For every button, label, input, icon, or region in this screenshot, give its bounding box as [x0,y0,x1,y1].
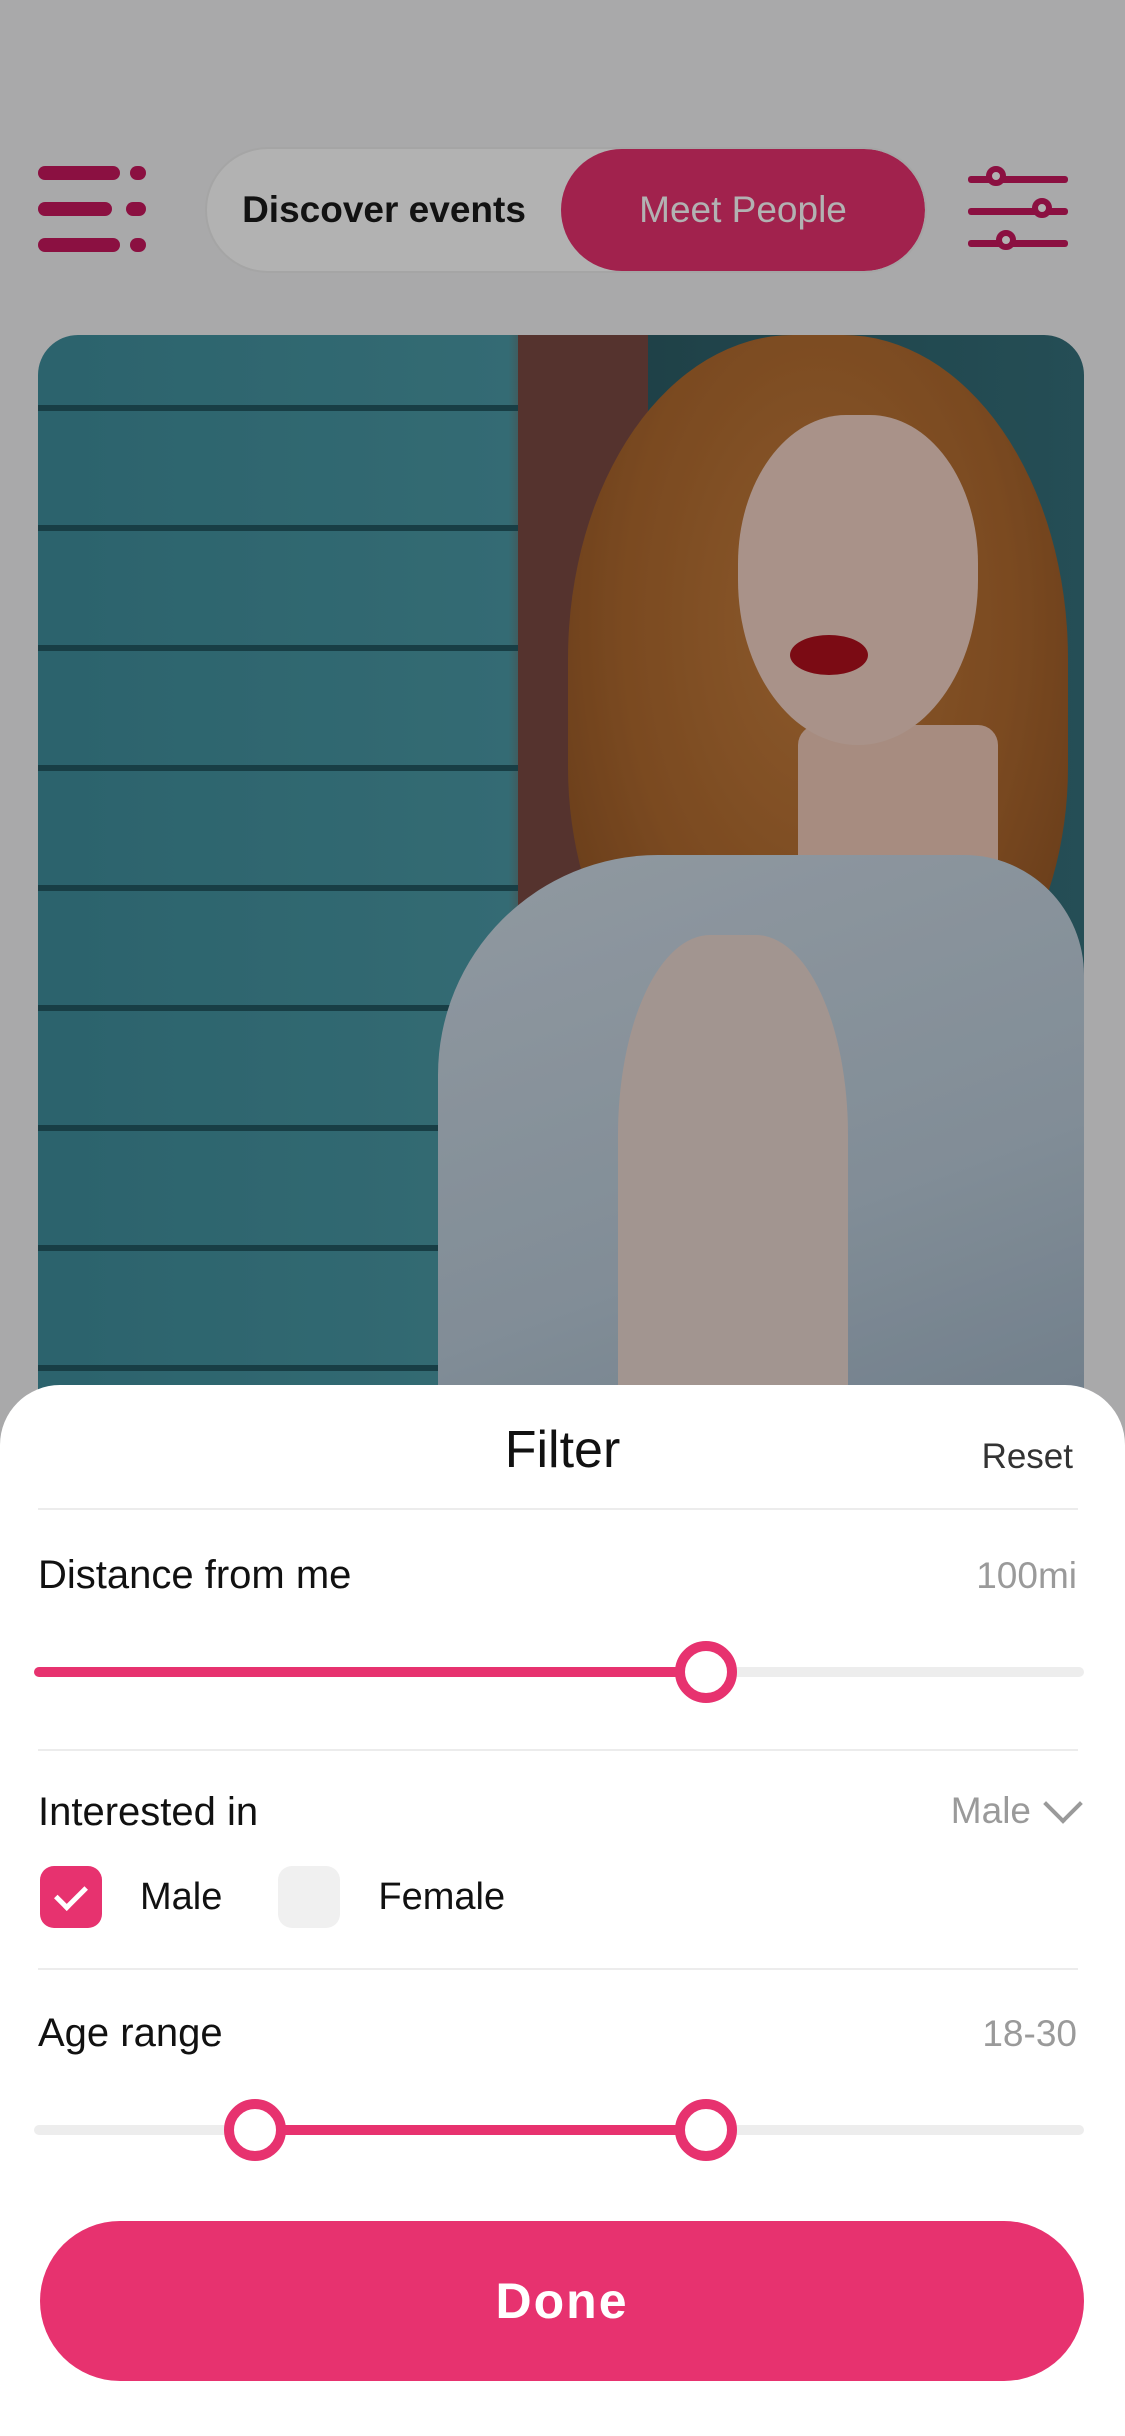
divider [38,1749,1078,1751]
chevron-down-icon [1043,1784,1083,1824]
interested-label: Interested in [38,1790,259,1834]
female-checkbox[interactable] [278,1866,341,1928]
age-range-max-thumb[interactable] [675,2099,737,2161]
distance-label: Distance from me [38,1553,352,1597]
age-range-min-thumb[interactable] [223,2099,286,2161]
check-icon [54,1877,88,1911]
male-option-label[interactable]: Male [140,1876,222,1919]
distance-slider-fill [34,1667,706,1677]
age-range-slider[interactable] [34,2099,1084,2161]
filter-title: Filter [504,1421,621,1479]
female-option-label[interactable]: Female [378,1876,505,1919]
interested-dropdown[interactable]: Male [950,1784,1083,1832]
gender-options: Male Female [40,1866,505,1928]
filter-sheet: Filter Reset Distance from me 100mi Inte… [0,1385,1125,2436]
distance-slider-thumb[interactable] [675,1641,737,1703]
interested-selected-value: Male [950,1790,1031,1831]
age-range-slider-fill [254,2125,706,2135]
distance-slider[interactable] [34,1641,1084,1703]
age-range-label: Age range [38,2011,223,2055]
divider [38,1968,1078,1970]
divider [38,1508,1078,1510]
male-checkbox[interactable] [40,1866,102,1928]
reset-button[interactable]: Reset [982,1437,1073,1477]
distance-value: 100mi [976,1555,1077,1596]
age-range-value: 18-30 [982,2013,1077,2054]
done-button[interactable]: Done [40,2221,1084,2381]
